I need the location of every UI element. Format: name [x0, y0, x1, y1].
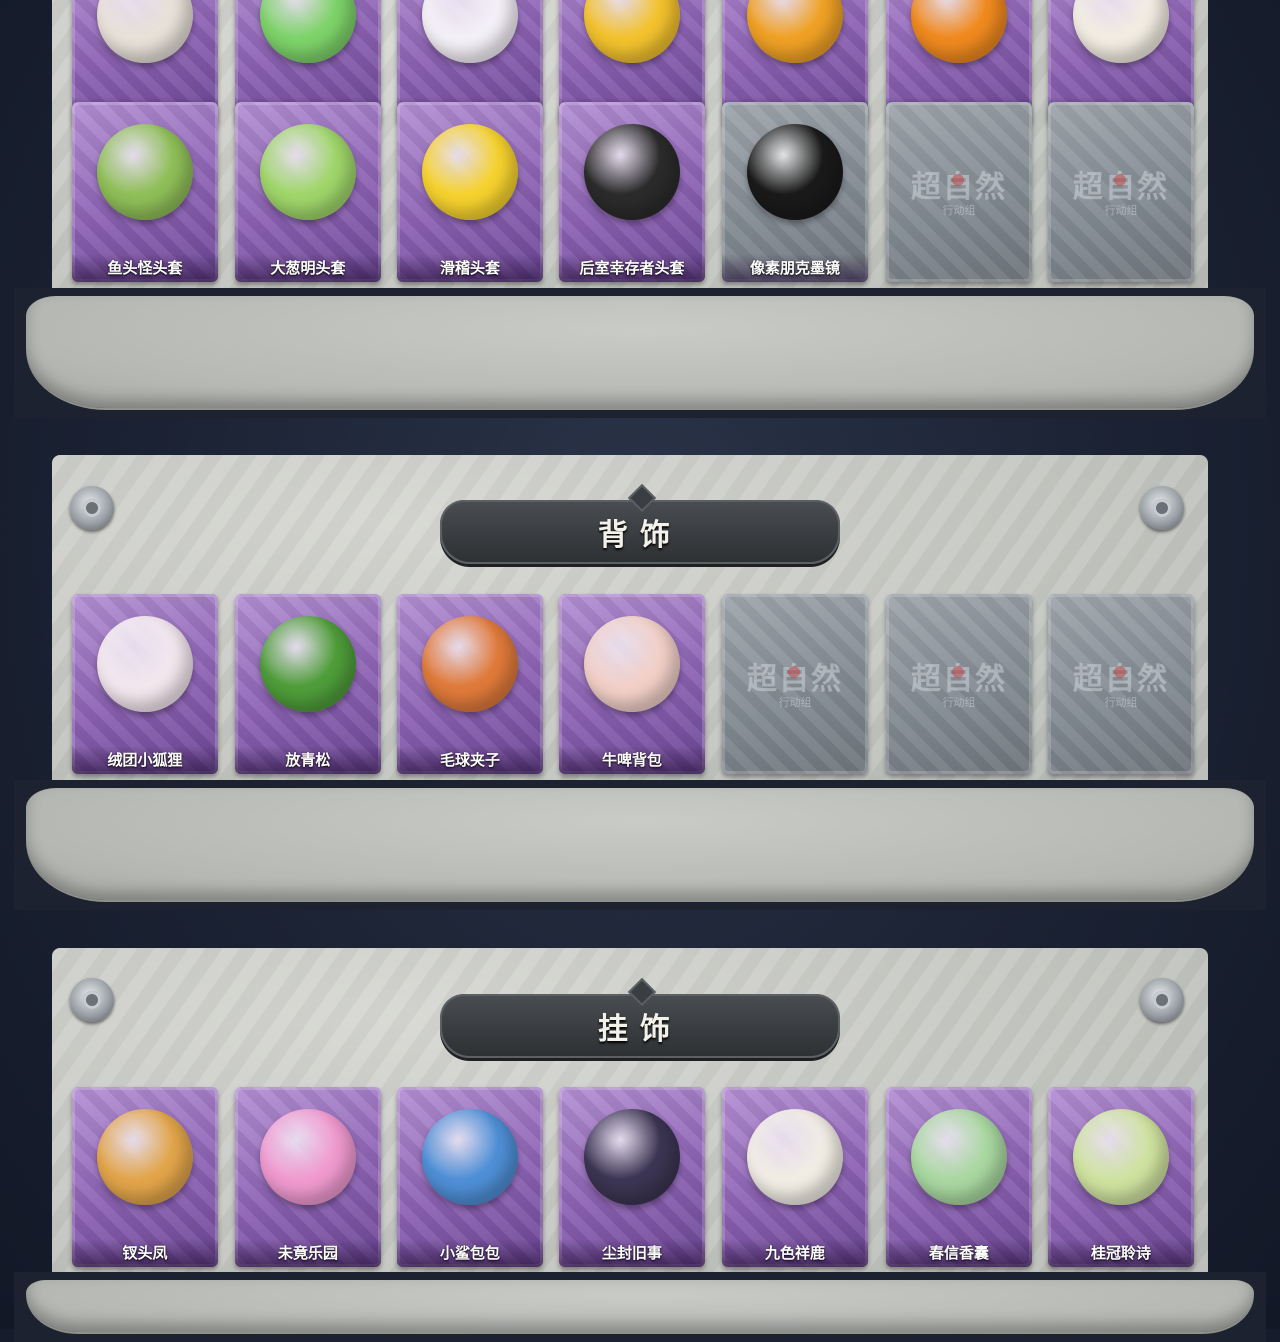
- shark-bag-icon: [422, 1109, 518, 1205]
- green-rice-ball-icon: [260, 0, 356, 63]
- pin-right-icon: [1140, 978, 1184, 1022]
- scroll-bottom-1: [14, 288, 1266, 418]
- item-label: 小鲨包包: [397, 1239, 543, 1267]
- pin-left-icon: [70, 978, 114, 1022]
- deer-icon: [747, 1109, 843, 1205]
- item-label: 放青松: [235, 746, 381, 774]
- fox-icon: [97, 616, 193, 712]
- item-card[interactable]: 钗头凤: [72, 1087, 218, 1267]
- pumpkin-icon: [911, 0, 1007, 63]
- rice-dumpling-icon: [422, 0, 518, 63]
- item-card[interactable]: 尘封旧事: [559, 1087, 705, 1267]
- phoenix-crown-doll-icon: [97, 1109, 193, 1205]
- item-label: 滑稽头套: [397, 254, 543, 282]
- fish-mask-icon: [97, 124, 193, 220]
- item-label: 九色祥鹿: [722, 1239, 868, 1267]
- scroll-bottom-3: [14, 1272, 1266, 1342]
- scallion-icon: [260, 124, 356, 220]
- item-label: 大葱明头套: [235, 254, 381, 282]
- grin-face-icon: [584, 0, 680, 63]
- item-card[interactable]: 牛啤背包: [559, 594, 705, 774]
- item-card[interactable]: 大葱明头套: [235, 102, 381, 282]
- item-card[interactable]: 九色祥鹿: [722, 1087, 868, 1267]
- pin-right-icon: [1140, 486, 1184, 530]
- section-title-banner: 背饰: [440, 483, 840, 564]
- empty-card-slot: 超自然 行动组: [886, 102, 1032, 282]
- empty-card-slot: 超自然 行动组: [722, 594, 868, 774]
- laurel-doll-icon: [1073, 1109, 1169, 1205]
- watermark-dot-icon: [1114, 174, 1126, 186]
- item-card[interactable]: 绒团小狐狸: [72, 594, 218, 774]
- watermark-dot-icon: [952, 666, 964, 678]
- raccoon-drummer-icon: [422, 616, 518, 712]
- item-card[interactable]: 春信香囊: [886, 1087, 1032, 1267]
- item-label: 钗头凤: [72, 1239, 218, 1267]
- item-card[interactable]: 像素朋克墨镜: [722, 102, 868, 282]
- pixel-glasses-icon: [747, 124, 843, 220]
- item-label: 鱼头怪头套: [72, 254, 218, 282]
- item-card[interactable]: 小鲨包包: [397, 1087, 543, 1267]
- pin-left-icon: [70, 486, 114, 530]
- section-title: 挂饰: [598, 1012, 682, 1047]
- item-card[interactable]: 后室幸存者头套: [559, 102, 705, 282]
- watermark-subtitle: 行动组: [942, 204, 976, 217]
- section-title: 背饰: [598, 518, 682, 553]
- red-lips-icon: [747, 0, 843, 63]
- item-card[interactable]: 放青松: [235, 594, 381, 774]
- watermark-dot-icon: [1114, 666, 1126, 678]
- item-label: 春信香囊: [886, 1239, 1032, 1267]
- watermark-subtitle: 行动组: [778, 696, 812, 709]
- funny-face-icon: [422, 124, 518, 220]
- item-card[interactable]: 鱼头怪头套: [72, 102, 218, 282]
- item-card[interactable]: 桂冠聆诗: [1048, 1087, 1194, 1267]
- watermark-subtitle: 行动组: [1104, 696, 1138, 709]
- empty-card-slot: 超自然 行动组: [886, 594, 1032, 774]
- watermark-dot-icon: [952, 174, 964, 186]
- dark-prince-doll-icon: [584, 1109, 680, 1205]
- item-label: 像素朋克墨镜: [722, 254, 868, 282]
- watermark-subtitle: 行动组: [1104, 204, 1138, 217]
- garlic-icon: [1073, 0, 1169, 63]
- section-title-banner: 挂饰: [440, 977, 840, 1058]
- item-label: 后室幸存者头套: [559, 254, 705, 282]
- watermark-subtitle: 行动组: [942, 696, 976, 709]
- item-label: 牛啤背包: [559, 746, 705, 774]
- scroll-bottom-2: [14, 780, 1266, 910]
- empty-card-slot: 超自然 行动组: [1048, 594, 1194, 774]
- pine-tree-icon: [260, 616, 356, 712]
- gas-mask-icon: [584, 124, 680, 220]
- item-card[interactable]: 毛球夹子: [397, 594, 543, 774]
- item-card[interactable]: 滑稽头套: [397, 102, 543, 282]
- item-label: 毛球夹子: [397, 746, 543, 774]
- item-label: 绒团小狐狸: [72, 746, 218, 774]
- cow-barrel-icon: [584, 616, 680, 712]
- item-label: 桂冠聆诗: [1048, 1239, 1194, 1267]
- item-label: 未竟乐园: [235, 1239, 381, 1267]
- item-card[interactable]: 未竟乐园: [235, 1087, 381, 1267]
- watermark-dot-icon: [788, 666, 800, 678]
- empty-card-slot: 超自然 行动组: [1048, 102, 1194, 282]
- pink-girl-doll-icon: [260, 1109, 356, 1205]
- item-label: 尘封旧事: [559, 1239, 705, 1267]
- fish-head-icon: [97, 0, 193, 63]
- sachet-icon: [911, 1109, 1007, 1205]
